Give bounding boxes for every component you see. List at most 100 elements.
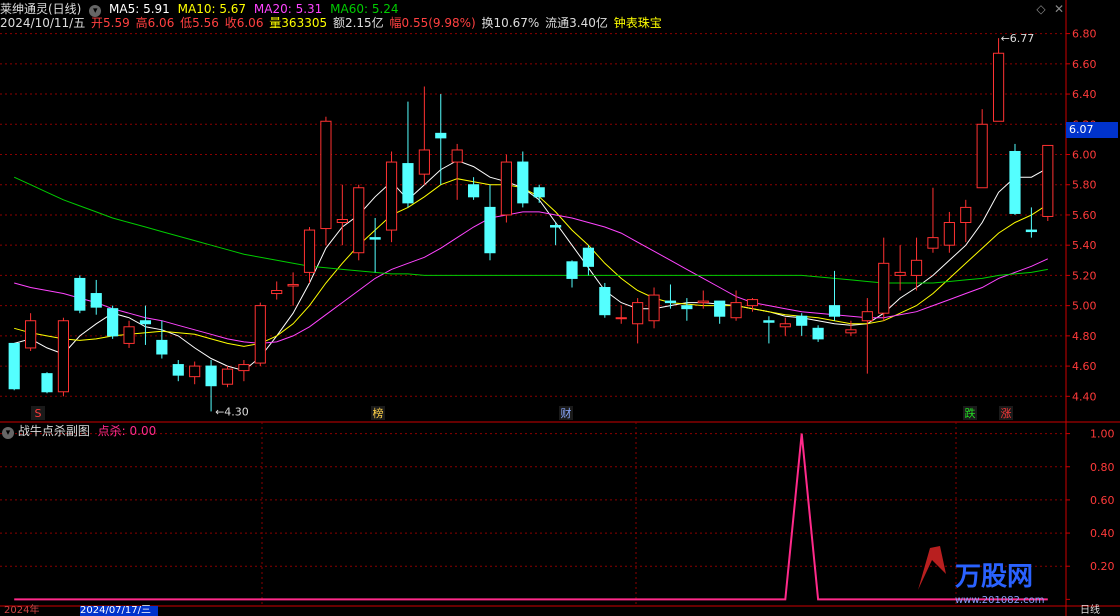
dianshao-line	[14, 433, 1048, 601]
year-label: 2024年	[4, 605, 40, 616]
candle-up	[992, 52, 1005, 122]
candle-up	[353, 187, 365, 254]
candle-down	[467, 184, 480, 198]
candle-up	[336, 218, 348, 224]
chevron-down-icon[interactable]: ▾	[2, 427, 14, 439]
candle-down	[402, 163, 414, 204]
candle-up	[648, 294, 660, 322]
cursor-date-box: 2024/07/17/三	[80, 606, 158, 616]
ma60-line	[13, 176, 1048, 284]
candle-up	[385, 161, 398, 231]
candle-down	[139, 320, 152, 325]
candle-down	[599, 286, 611, 316]
candle-down	[90, 293, 102, 308]
low-price-label: ←4.30	[215, 405, 249, 418]
time-axis-bar: 2024年 日线	[0, 606, 1120, 616]
candle-down	[172, 364, 184, 376]
event-mark: 涨	[1001, 407, 1012, 420]
candle-up	[697, 300, 709, 304]
y-tick-label: 0.20	[1090, 560, 1115, 573]
candle-down	[435, 132, 447, 139]
y-tick-label: 1.00	[1090, 428, 1115, 441]
candle-up	[960, 206, 972, 224]
y-tick-label: 5.40	[1072, 239, 1097, 252]
candle-down	[828, 305, 841, 317]
candle-down	[582, 247, 595, 267]
candle-up	[500, 161, 512, 216]
candle-up	[271, 290, 283, 295]
candle-down	[74, 277, 86, 311]
close-icon[interactable]: ✕	[1052, 2, 1066, 16]
quote-turnover: 换10.67%	[481, 16, 540, 30]
subchart-value: 点杀: 0.00	[97, 424, 157, 438]
candle-up	[303, 229, 316, 273]
candle-up	[878, 262, 890, 314]
event-mark: 榜	[373, 406, 384, 420]
y-tick-label: 0.60	[1090, 494, 1115, 507]
ma20-line	[14, 211, 1049, 344]
y-tick-label: 5.00	[1072, 300, 1097, 313]
candle-down	[533, 187, 545, 198]
stock-chart-window: 4.404.604.805.005.205.405.605.806.006.20…	[0, 0, 1120, 616]
quote-low: 低5.56	[180, 16, 219, 30]
diamond-icon[interactable]: ◇	[1034, 2, 1048, 16]
candle-up	[927, 237, 939, 249]
y-tick-label: 5.60	[1072, 209, 1097, 222]
candle-up	[287, 283, 299, 287]
event-mark: S	[35, 407, 42, 420]
quote-open: 开5.59	[91, 16, 130, 30]
period-label: 日线	[1080, 605, 1100, 616]
candle-up	[189, 365, 201, 378]
quote-float-cap: 流通3.40亿	[545, 16, 608, 30]
candle-up	[943, 222, 955, 246]
candle-down	[107, 308, 119, 337]
candle-down	[1009, 150, 1021, 214]
candle-up	[845, 329, 857, 334]
candle-up	[221, 368, 234, 385]
candle-up	[57, 320, 70, 393]
candle-down	[681, 305, 693, 310]
candle-up	[254, 305, 266, 364]
current-price-tag: 6.07	[1066, 122, 1118, 138]
y-tick-label: 6.80	[1072, 28, 1097, 41]
event-mark: 跌	[965, 406, 976, 420]
watermark-logo-icon	[918, 546, 946, 590]
y-tick-label: 6.60	[1072, 58, 1097, 71]
candle-up	[1042, 144, 1054, 217]
candle-up	[123, 326, 135, 344]
candlestick-chart[interactable]: 4.404.604.805.005.205.405.605.806.006.20…	[0, 0, 1120, 616]
subchart-header: ▾ 战牛点杀副图 点杀: 0.00	[0, 423, 156, 439]
candle-up	[730, 302, 742, 319]
y-tick-label: 4.80	[1072, 330, 1097, 343]
candle-down	[796, 315, 808, 326]
candle-up	[910, 259, 923, 276]
quote-change: 幅0.55(9.98%)	[389, 16, 476, 30]
subchart-title: 战牛点杀副图	[17, 424, 90, 438]
candle-down	[566, 261, 578, 279]
candle-down	[550, 225, 562, 228]
high-price-label: ←6.77	[1001, 32, 1035, 45]
watermark-brand: 万股网	[955, 562, 1033, 592]
candle-down	[1025, 229, 1037, 233]
y-tick-label: 6.40	[1072, 88, 1097, 101]
candle-up	[25, 320, 37, 349]
candle-up	[615, 317, 627, 320]
watermark-url: www.201082.com	[955, 595, 1045, 606]
ma10-line	[14, 178, 1049, 347]
candle-down	[517, 161, 529, 204]
y-tick-label: 4.60	[1072, 360, 1097, 373]
candle-up	[451, 149, 463, 163]
sector-name[interactable]: 钟表珠宝	[614, 16, 662, 30]
candle-up	[894, 271, 906, 276]
candle-up	[746, 299, 759, 307]
y-tick-label: 5.80	[1072, 179, 1097, 192]
candle-up	[632, 302, 644, 325]
candle-down	[205, 365, 217, 387]
candle-up	[418, 149, 430, 175]
candle-up	[976, 123, 988, 189]
candle-up	[779, 323, 791, 328]
candle-down	[664, 300, 677, 304]
y-tick-label: 6.00	[1072, 149, 1097, 162]
candle-down	[812, 327, 824, 340]
candle-down	[41, 373, 53, 393]
